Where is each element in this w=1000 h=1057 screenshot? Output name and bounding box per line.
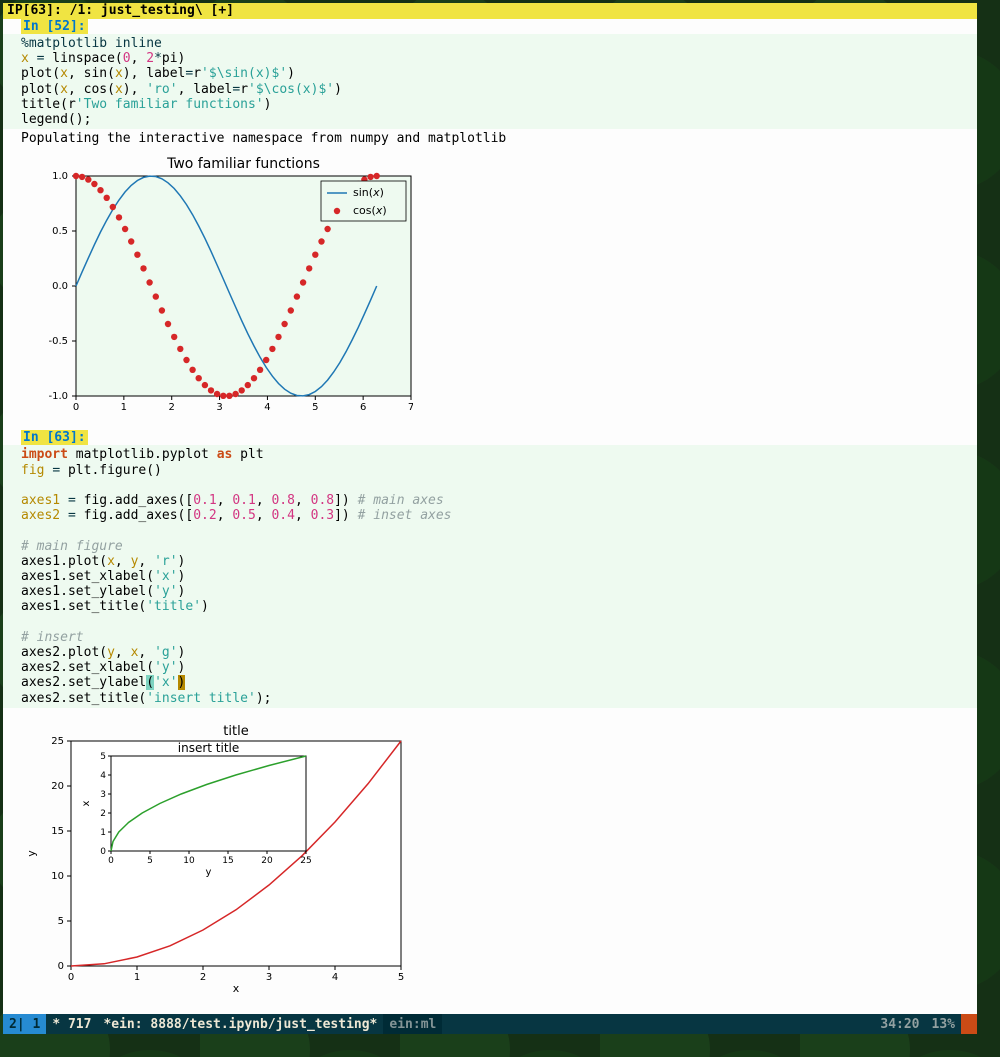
svg-text:1.0: 1.0 xyxy=(52,171,68,182)
svg-text:5: 5 xyxy=(147,856,153,866)
window-title: IP[63]: /1: just_testing\ [+] xyxy=(3,3,977,19)
svg-text:3: 3 xyxy=(216,402,222,413)
cursor-position: 34:20 xyxy=(874,1014,925,1034)
svg-text:1: 1 xyxy=(121,402,127,413)
svg-text:y: y xyxy=(25,850,38,857)
svg-text:10: 10 xyxy=(51,871,64,882)
svg-text:0: 0 xyxy=(108,856,114,866)
svg-text:5: 5 xyxy=(100,752,106,762)
svg-text:10: 10 xyxy=(183,856,195,866)
code-cell-52[interactable]: %matplotlib inline x = linspace(0, 2*pi)… xyxy=(3,34,977,129)
svg-text:0.5: 0.5 xyxy=(52,226,68,237)
svg-text:0.0: 0.0 xyxy=(52,281,68,292)
svg-text:1: 1 xyxy=(100,828,106,838)
svg-text:5: 5 xyxy=(312,402,318,413)
svg-text:3: 3 xyxy=(100,790,106,800)
svg-text:0: 0 xyxy=(68,972,74,983)
svg-text:25: 25 xyxy=(51,736,64,747)
svg-text:-0.5: -0.5 xyxy=(48,336,68,347)
svg-text:y: y xyxy=(206,867,212,878)
svg-text:25: 25 xyxy=(300,856,311,866)
svg-text:title: title xyxy=(223,724,248,739)
svg-text:15: 15 xyxy=(222,856,233,866)
svg-text:Two familiar functions: Two familiar functions xyxy=(166,156,320,172)
chart-two-familiar-functions: Two familiar functions 0 1 2 3 4 5 6 7 -1.0 -0.5 0.… xyxy=(3,148,977,430)
cell-52-output: Populating the interactive namespace fro… xyxy=(3,129,977,148)
svg-text:5: 5 xyxy=(58,916,64,927)
code-cell-63[interactable]: import matplotlib.pyplot as plt fig = pl… xyxy=(3,445,977,707)
svg-text:sin(x): sin(x) xyxy=(353,186,384,199)
svg-text:3: 3 xyxy=(266,972,272,983)
input-prompt-52: In [52]: xyxy=(21,19,88,34)
svg-text:2: 2 xyxy=(169,402,175,413)
scroll-percentage: 13% xyxy=(926,1014,961,1034)
svg-text:1: 1 xyxy=(134,972,140,983)
chart-title-with-inset: title0123450510152025xyinsert title05101… xyxy=(3,708,977,1010)
svg-text:-1.0: -1.0 xyxy=(48,391,68,402)
major-mode: ein:ml xyxy=(383,1014,442,1034)
svg-text:insert title: insert title xyxy=(178,741,240,755)
svg-text:0: 0 xyxy=(58,961,64,972)
svg-text:cos(x): cos(x) xyxy=(353,204,387,217)
svg-text:4: 4 xyxy=(264,402,270,413)
svg-text:20: 20 xyxy=(51,781,64,792)
svg-text:4: 4 xyxy=(100,771,106,781)
svg-text:15: 15 xyxy=(51,826,64,837)
svg-text:0: 0 xyxy=(73,402,79,413)
svg-text:4: 4 xyxy=(332,972,338,983)
svg-text:2: 2 xyxy=(100,809,106,819)
workspace-indicator: 2| 1 xyxy=(3,1014,46,1034)
svg-text:5: 5 xyxy=(398,972,404,983)
input-prompt-63: In [63]: xyxy=(21,430,88,445)
buffer-name: *ein: 8888/test.ipynb/just_testing* xyxy=(97,1014,383,1034)
svg-text:20: 20 xyxy=(261,856,273,866)
svg-text:2: 2 xyxy=(200,972,206,983)
status-end-block xyxy=(961,1014,977,1034)
svg-text:x: x xyxy=(81,800,92,806)
svg-text:7: 7 xyxy=(408,402,413,413)
modeline: 2| 1 * 717 *ein: 8888/test.ipynb/just_te… xyxy=(3,1014,977,1034)
svg-text:0: 0 xyxy=(100,847,106,857)
modified-indicator: * 717 xyxy=(46,1014,97,1034)
svg-text:6: 6 xyxy=(360,402,366,413)
svg-text:x: x xyxy=(233,982,240,995)
